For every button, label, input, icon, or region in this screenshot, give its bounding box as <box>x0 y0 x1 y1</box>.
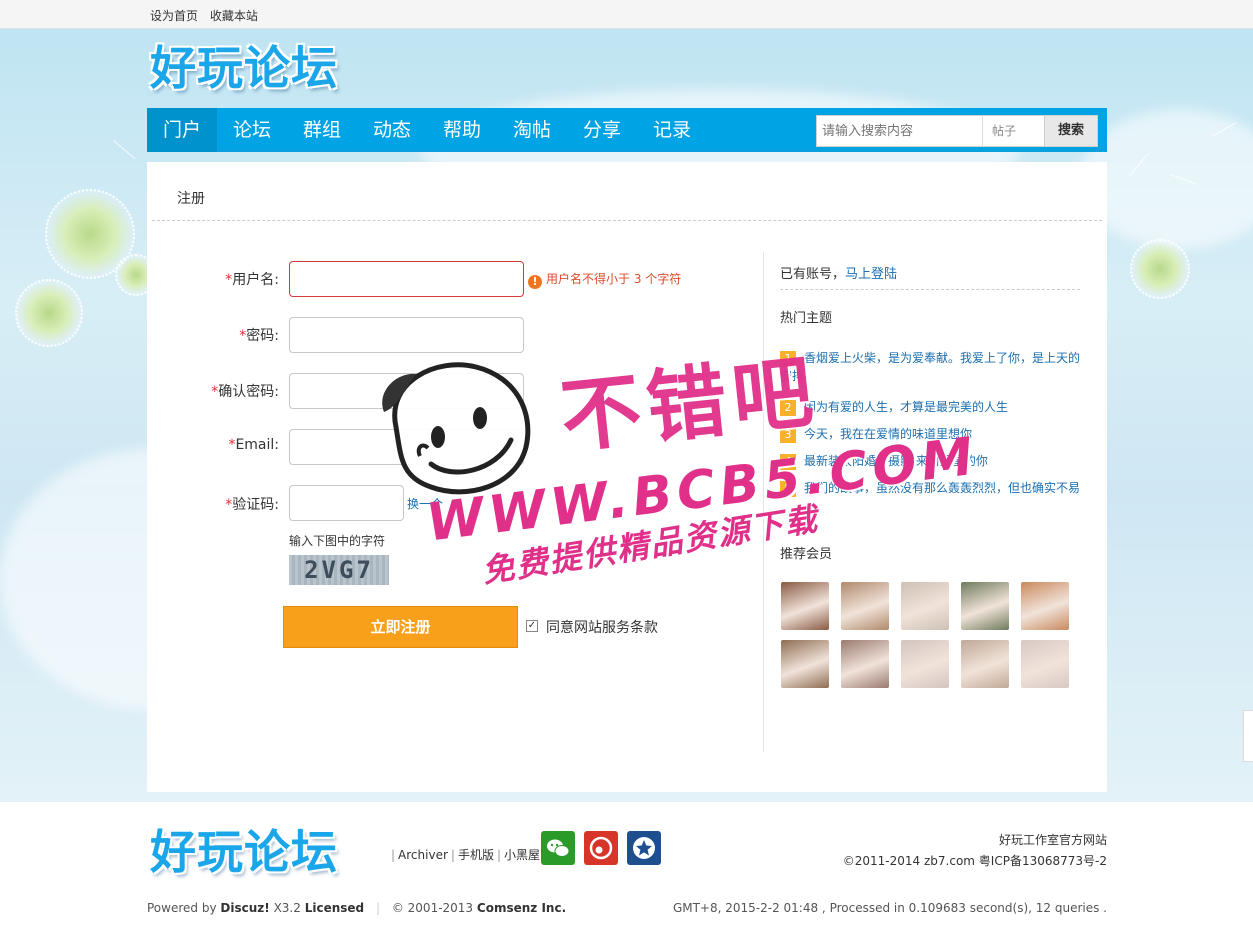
register-submit-button[interactable]: 立即注册 <box>283 606 518 648</box>
blacklist-link[interactable]: 小黑屋 <box>504 848 540 862</box>
email-field[interactable] <box>289 429 524 465</box>
password-label: *密码: <box>239 328 279 344</box>
member-avatar[interactable] <box>961 640 1009 688</box>
nav-item-forum[interactable]: 论坛 <box>217 108 287 152</box>
site-logo[interactable]: 好玩论坛 <box>150 38 338 98</box>
page-title: 注册 <box>177 191 205 207</box>
recommended-members-title: 推荐会员 <box>780 547 833 562</box>
mobile-link[interactable]: 手机版 <box>458 848 494 862</box>
search-button[interactable]: 搜索 <box>1044 116 1097 146</box>
hot-topic-item[interactable]: 5 我们的故事，虽然没有那么轰轰烈烈，但也确实不易 <box>780 479 1080 497</box>
copyright-icp[interactable]: ©2011-2014 zb7.com 粤ICP备13068773号-2 <box>843 852 1107 869</box>
nav-item-collection[interactable]: 淘帖 <box>497 108 567 152</box>
username-error: ! 用户名不得小于 3 个字符 <box>528 270 681 289</box>
runtime-info: GMT+8, 2015-2-2 01:48 , Processed in 0.1… <box>672 901 1107 915</box>
star-icon[interactable] <box>627 831 661 865</box>
site-name[interactable]: 好玩工作室官方网站 <box>999 831 1107 848</box>
set-home-link[interactable]: 设为首页 <box>150 9 198 23</box>
footer: 好玩论坛 | Archiver | 手机版 | 小黑屋 好玩工作室官方网站 ©2011-2… <box>0 802 1253 927</box>
search-input[interactable] <box>817 116 983 146</box>
dandelion-decoration <box>1130 239 1190 299</box>
powered-by: Powered by Discuz! X3.2 Licensed | © 200… <box>147 901 567 915</box>
warning-icon: ! <box>528 275 542 289</box>
side-scroll-tab[interactable] <box>1243 710 1253 762</box>
bookmark-link[interactable]: 收藏本站 <box>210 9 258 23</box>
footer-logo[interactable]: 好玩论坛 <box>150 822 338 882</box>
captcha-refresh-link[interactable]: 换一个 <box>407 495 443 512</box>
username-label: *用户名: <box>225 272 279 288</box>
member-avatar[interactable] <box>901 640 949 688</box>
nav-item-feed[interactable]: 动态 <box>357 108 427 152</box>
search-type-select[interactable]: 帖子 <box>984 116 1044 146</box>
nav-item-records[interactable]: 记录 <box>637 108 707 152</box>
hot-topic-item[interactable]: 1 香烟爱上火柴，是为爱奉献。我爱上了你，是上天的安排 <box>780 349 1080 385</box>
member-avatar[interactable] <box>841 640 889 688</box>
archiver-link[interactable]: Archiver <box>398 848 448 862</box>
confirm-password-label: *确认密码: <box>211 384 279 400</box>
side-divider <box>780 289 1080 290</box>
email-label: *Email: <box>228 437 279 453</box>
member-avatar[interactable] <box>1021 582 1069 630</box>
column-divider <box>763 252 764 752</box>
login-prompt: 已有账号，马上登陆 <box>780 267 898 282</box>
hot-topic-item[interactable]: 2 因为有爱的人生，才算是最完美的人生 <box>780 398 1080 416</box>
dandelion-decoration <box>15 279 83 347</box>
captcha-hint: 输入下图中的字符 <box>289 534 386 548</box>
weibo-icon[interactable] <box>584 831 618 865</box>
nav-item-help[interactable]: 帮助 <box>427 108 497 152</box>
login-link[interactable]: 马上登陆 <box>845 267 897 282</box>
top-links: 设为首页 收藏本站 <box>150 7 266 24</box>
member-avatar[interactable] <box>781 582 829 630</box>
username-field[interactable] <box>289 261 524 297</box>
nav-item-share[interactable]: 分享 <box>567 108 637 152</box>
captcha-image[interactable]: 2VG7 <box>289 555 389 585</box>
search-box: 帖子 搜索 <box>816 115 1098 147</box>
hot-topic-item[interactable]: 4 最新装太阳婚纱摄影 来自星星的你 <box>780 452 1080 470</box>
captcha-label: *验证码: <box>225 497 279 513</box>
agree-terms-label: 同意网站服务条款 <box>546 620 658 636</box>
footer-links: | Archiver | 手机版 | 小黑屋 <box>391 848 541 862</box>
password-field[interactable] <box>289 317 524 353</box>
wechat-icon[interactable] <box>541 831 575 865</box>
discuz-link[interactable]: Discuz! <box>220 901 269 915</box>
hot-topics-title: 热门主题 <box>780 311 833 326</box>
main-nav: 门户 论坛 群组 动态 帮助 淘帖 分享 记录 帖子 搜索 <box>147 108 1107 152</box>
nav-item-group[interactable]: 群组 <box>287 108 357 152</box>
member-avatar[interactable] <box>841 582 889 630</box>
captcha-field[interactable] <box>289 485 404 521</box>
agree-checkbox[interactable]: ✓ <box>526 620 538 632</box>
register-panel: 注册 *用户名: ! 用户名不得小于 3 个字符 *密码: *确认密码: *Ema… <box>147 162 1107 792</box>
member-avatar[interactable] <box>961 582 1009 630</box>
member-avatar[interactable] <box>781 640 829 688</box>
nav-item-portal[interactable]: 门户 <box>147 108 217 152</box>
confirm-password-field[interactable] <box>289 373 524 409</box>
top-bar: 设为首页 收藏本站 <box>0 0 1253 29</box>
hot-topic-item[interactable]: 3 今天，我在在爱情的味道里想你 <box>780 425 1080 443</box>
title-divider <box>152 220 1102 221</box>
member-avatar[interactable] <box>1021 640 1069 688</box>
comsenz-link[interactable]: Comsenz Inc. <box>477 901 566 915</box>
member-avatar[interactable] <box>901 582 949 630</box>
